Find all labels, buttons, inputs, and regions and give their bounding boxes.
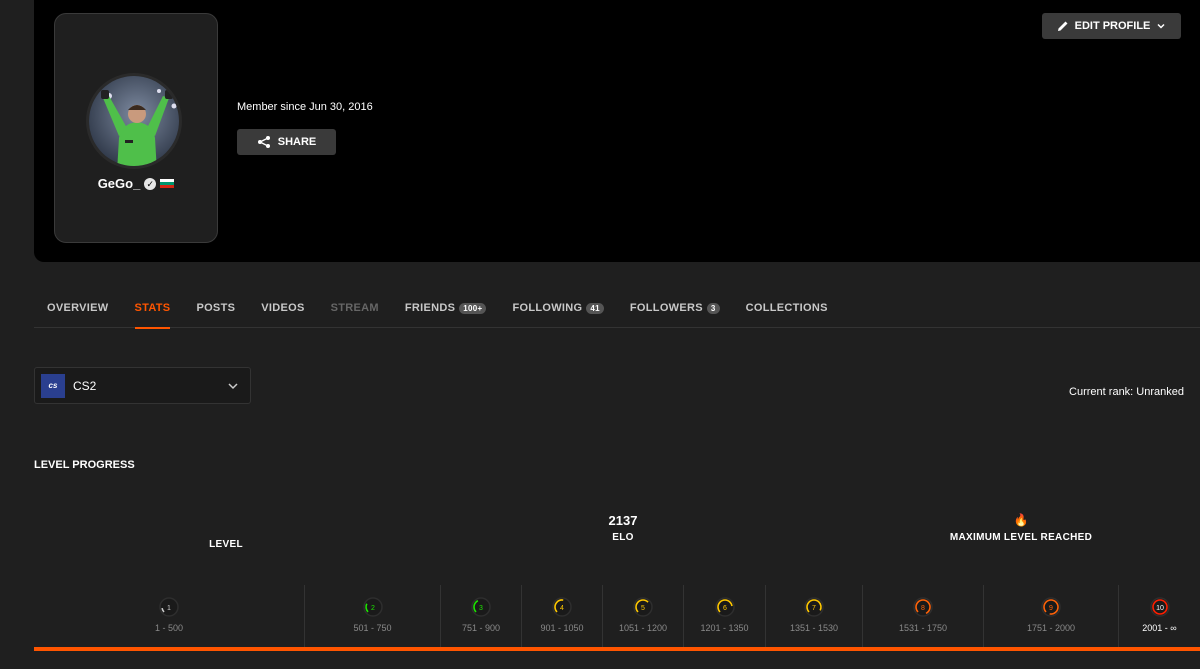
level-range: 1051 - 1200 <box>618 623 668 633</box>
level-range: 751 - 900 <box>461 623 501 633</box>
elo-value: 2137 <box>608 513 638 528</box>
edit-profile-label: EDIT PROFILE <box>1074 20 1151 32</box>
count-badge: 3 <box>706 303 720 314</box>
level-range: 901 - 1050 <box>540 623 584 633</box>
level-badge-icon: 4 <box>552 597 572 617</box>
level-number: 4 <box>560 605 564 612</box>
level-progress-bar <box>34 647 1200 651</box>
tab-label: FOLLOWING <box>512 302 583 314</box>
tab-overview[interactable]: OVERVIEW <box>47 295 109 328</box>
tab-label: COLLECTIONS <box>745 302 828 314</box>
share-icon <box>257 136 270 148</box>
game-select[interactable]: cs CS2 <box>34 367 251 404</box>
level-number: 3 <box>479 605 483 612</box>
level-badge-icon: 1 <box>159 597 179 617</box>
pencil-icon <box>1057 21 1068 31</box>
share-button[interactable]: SHARE <box>237 129 336 155</box>
level-range: 501 - 750 <box>353 623 392 633</box>
level-column: 8 1531 - 1750 <box>863 585 984 647</box>
tab-posts[interactable]: POSTS <box>196 295 235 328</box>
level-scale: 1 1 - 500 2 501 - 750 3 751 - 900 4 901 - 1050 5… <box>34 585 1200 647</box>
tab-stats[interactable]: STATS <box>134 295 171 329</box>
fire-icon: 🔥 <box>1013 513 1029 527</box>
level-number: 5 <box>641 605 645 612</box>
cs2-logo-icon: cs <box>41 373 65 398</box>
level-range: 1531 - 1750 <box>898 623 948 633</box>
tab-followers[interactable]: FOLLOWERS 3 <box>630 295 720 328</box>
chevron-down-icon <box>228 383 238 390</box>
username-row: GeGo_ ✓ <box>55 176 217 191</box>
level-progress-title: LEVEL PROGRESS <box>34 459 135 471</box>
count-badge: 41 <box>586 303 604 314</box>
level-range: 1351 - 1530 <box>789 623 839 633</box>
level-column: 2 501 - 750 <box>305 585 441 647</box>
level-stat: LEVEL <box>186 539 266 550</box>
level-column: 1 1 - 500 <box>34 585 305 647</box>
tab-label: FOLLOWERS <box>629 302 703 314</box>
tab-friends[interactable]: FRIENDS 100+ <box>405 295 487 328</box>
tab-label: POSTS <box>196 302 236 314</box>
chevron-down-icon <box>1157 23 1165 29</box>
tab-label: VIDEOS <box>261 302 305 314</box>
verified-icon: ✓ <box>144 177 157 190</box>
member-since: Member since Jun 30, 2016 <box>237 101 373 113</box>
elo-label: ELO <box>612 532 634 543</box>
avatar[interactable] <box>86 73 182 169</box>
tab-collections[interactable]: COLLECTIONS <box>746 295 828 328</box>
level-badge-icon: 7 <box>804 597 824 617</box>
level-badge-icon: 9 <box>1041 597 1061 617</box>
flag-stripe-red <box>160 185 175 189</box>
edit-profile-button[interactable]: EDIT PROFILE <box>1042 13 1181 39</box>
tab-videos[interactable]: VIDEOS <box>261 295 304 328</box>
game-name: CS2 <box>73 378 97 393</box>
profile-tabs: OVERVIEW STATS POSTS VIDEOS STREAM FRIEN… <box>34 295 1200 329</box>
tab-stream[interactable]: STREAM <box>331 295 379 328</box>
level-range: 2001 - ∞ <box>1142 623 1177 633</box>
level-number: 2 <box>371 605 375 612</box>
tab-label: FRIENDS <box>404 302 456 314</box>
level-number: 1 <box>167 605 171 612</box>
count-badge: 100+ <box>459 303 487 314</box>
level-column: 5 1051 - 1200 <box>603 585 684 647</box>
max-level-label: MAXIMUM LEVEL REACHED <box>949 532 1093 543</box>
tab-label: STATS <box>134 302 171 314</box>
flag-icon <box>160 178 175 189</box>
elo-stat: 2137 ELO <box>583 513 663 543</box>
profile-page: GeGo_ ✓ Member since Jun 30, 2016 SHARE … <box>0 0 1200 669</box>
level-badge-icon: 5 <box>633 597 653 617</box>
level-number: 6 <box>723 605 727 612</box>
username: GeGo_ <box>97 176 141 191</box>
max-level-stat: 🔥 MAXIMUM LEVEL REACHED <box>921 513 1121 543</box>
level-number: 10 <box>1156 605 1164 612</box>
level-badge-icon: 6 <box>714 597 735 617</box>
tab-following[interactable]: FOLLOWING 41 <box>512 295 604 328</box>
tab-label: OVERVIEW <box>47 302 109 314</box>
level-number: 9 <box>1049 605 1053 612</box>
level-number: 8 <box>921 605 925 612</box>
level-column: 7 1351 - 1530 <box>766 585 863 647</box>
level-range: 1751 - 2000 <box>1026 623 1076 633</box>
level-badge-icon: 10 <box>1149 597 1170 617</box>
level-badge-icon: 2 <box>362 597 383 617</box>
level-range: 1201 - 1350 <box>700 623 749 633</box>
level-range: 1 - 500 <box>154 623 184 633</box>
share-label: SHARE <box>277 136 317 148</box>
level-label: LEVEL <box>209 539 243 550</box>
level-number: 7 <box>812 605 816 612</box>
tab-label: STREAM <box>330 302 379 314</box>
level-column: 3 751 - 900 <box>441 585 522 647</box>
level-badge-icon: 3 <box>471 597 491 617</box>
level-column: 6 1201 - 1350 <box>684 585 766 647</box>
level-column: 10 2001 - ∞ <box>1119 585 1200 647</box>
profile-card: GeGo_ ✓ <box>54 13 218 243</box>
level-column: 9 1751 - 2000 <box>984 585 1119 647</box>
current-rank: Current rank: Unranked <box>1069 386 1184 398</box>
level-column: 4 901 - 1050 <box>522 585 603 647</box>
level-badge-icon: 8 <box>913 597 933 617</box>
